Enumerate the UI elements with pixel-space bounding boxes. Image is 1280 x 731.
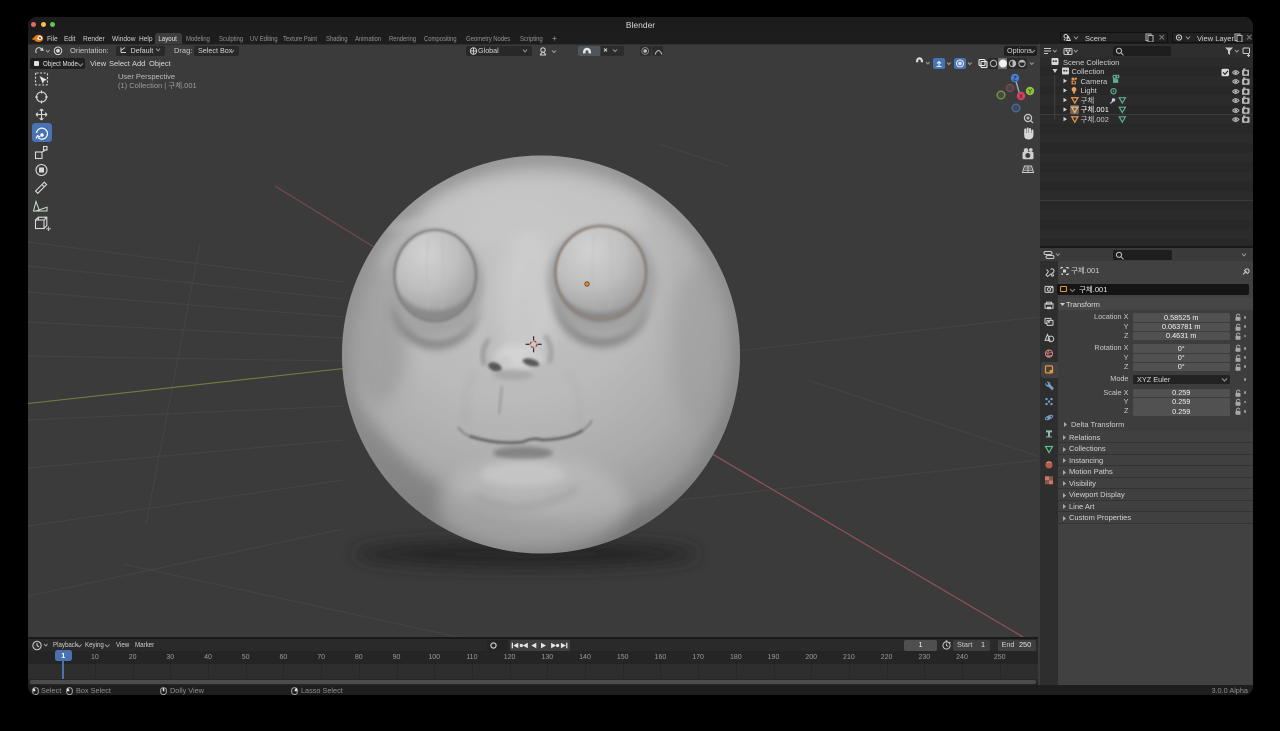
svg-text:Z: Z <box>1013 76 1017 82</box>
svg-text:Y: Y <box>1028 89 1032 95</box>
svg-text:X: X <box>1019 94 1023 100</box>
